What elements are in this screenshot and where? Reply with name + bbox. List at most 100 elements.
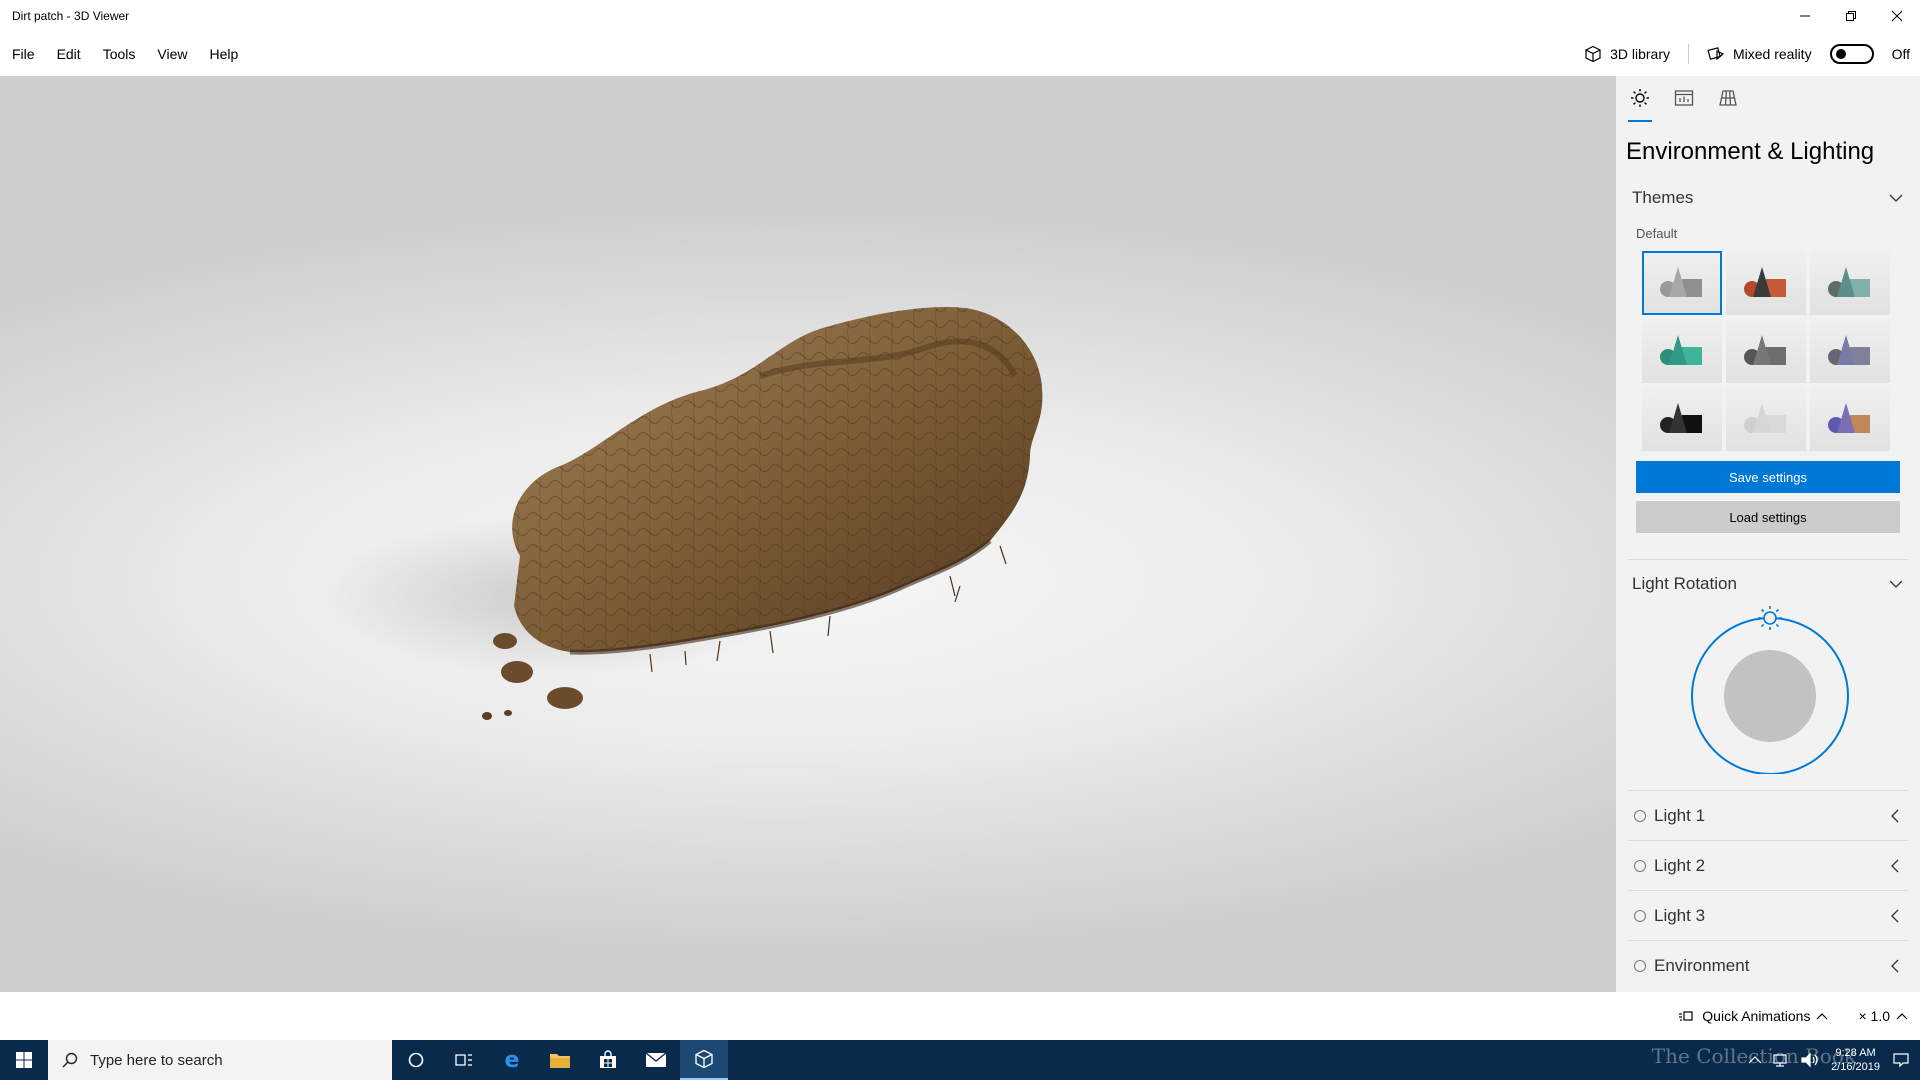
edge-button[interactable]: e	[488, 1040, 536, 1080]
close-icon	[1891, 10, 1903, 22]
section-divider	[1628, 559, 1908, 560]
mixed-reality-icon	[1707, 47, 1725, 61]
watermark: The Collection Book	[1651, 1044, 1856, 1068]
light-toggle-radio[interactable]	[1634, 809, 1646, 822]
light-row[interactable]: Light 2	[1628, 840, 1908, 890]
title-bar: Dirt patch - 3D Viewer	[0, 0, 1920, 32]
3d-viewport[interactable]	[0, 76, 1616, 992]
chevron-down-icon	[1889, 194, 1903, 202]
theme-tile[interactable]	[1810, 251, 1890, 315]
tab-stats[interactable]	[1672, 88, 1696, 122]
mixed-reality-control: Mixed reality Off	[1689, 44, 1910, 64]
menu-help[interactable]: Help	[198, 46, 249, 62]
animation-icon	[1679, 1011, 1693, 1021]
panel-title: Environment & Lighting	[1626, 138, 1875, 165]
start-button[interactable]	[0, 1040, 48, 1080]
tab-grid[interactable]	[1716, 88, 1740, 122]
search-placeholder: Type here to search	[90, 1051, 223, 1069]
light-toggle-radio[interactable]	[1634, 959, 1646, 972]
minimize-icon	[1800, 15, 1810, 17]
load-settings-button[interactable]: Load settings	[1636, 501, 1900, 533]
file-explorer-button[interactable]	[536, 1040, 584, 1080]
dirt-clump	[547, 687, 583, 709]
3d-viewer-icon	[695, 1049, 713, 1069]
default-theme-label: Default	[1636, 226, 1678, 241]
toggle-knob	[1835, 49, 1846, 59]
theme-tile[interactable]	[1726, 387, 1806, 451]
chevron-up-icon	[1896, 1013, 1908, 1020]
quick-animations-button[interactable]: Quick Animations	[1678, 1008, 1828, 1024]
task-view-button[interactable]	[440, 1040, 488, 1080]
task-view-icon	[455, 1054, 472, 1066]
chevron-down-icon	[1889, 580, 1903, 588]
mail-button[interactable]	[632, 1040, 680, 1080]
theme-tile[interactable]	[1810, 387, 1890, 451]
dirt-clump	[501, 661, 533, 683]
minimize-button[interactable]	[1782, 0, 1828, 32]
environment-panel: Environment & Lighting Themes Default Sa…	[1616, 76, 1920, 992]
theme-preview-shapes	[1828, 403, 1870, 433]
search-icon	[62, 1052, 78, 1068]
light-list: Light 1 Light 2 Light 3 Environment	[1616, 790, 1920, 990]
light-label: Environment	[1654, 955, 1750, 975]
save-settings-button[interactable]: Save settings	[1636, 461, 1900, 493]
themes-header[interactable]: Themes	[1632, 188, 1904, 208]
edge-browser-icon: e	[505, 1049, 520, 1071]
light-toggle-radio[interactable]	[1634, 909, 1646, 922]
speed-label: × 1.0	[1858, 1008, 1890, 1024]
light-rotation-header[interactable]: Light Rotation	[1632, 574, 1904, 594]
theme-tile[interactable]	[1726, 319, 1806, 383]
menu-tools[interactable]: Tools	[92, 46, 147, 62]
dirt-crumb	[482, 712, 492, 720]
folder-icon	[550, 1054, 570, 1068]
light-row[interactable]: Environment	[1628, 940, 1908, 990]
header-actions: 3D library Mixed reality Off	[1584, 32, 1910, 76]
theme-preview-shapes	[1828, 267, 1870, 297]
theme-tile[interactable]	[1726, 251, 1806, 315]
quick-animations-label: Quick Animations	[1702, 1008, 1811, 1024]
dirt-clump	[493, 633, 517, 649]
theme-tile[interactable]	[1810, 319, 1890, 383]
store-button[interactable]	[584, 1040, 632, 1080]
mixed-reality-toggle[interactable]	[1829, 44, 1874, 64]
light-rotation-label: Light Rotation	[1632, 574, 1737, 593]
theme-preview-shapes	[1660, 267, 1702, 297]
cortana-button[interactable]	[392, 1040, 440, 1080]
3d-library-label: 3D library	[1610, 46, 1670, 62]
chevron-left-icon	[1891, 909, 1899, 922]
sun-icon	[1631, 89, 1649, 107]
light-row[interactable]: Light 3	[1628, 890, 1908, 940]
themes-label: Themes	[1632, 188, 1694, 207]
dirt-patch-model	[320, 306, 1043, 720]
light-rotation-dial[interactable]	[1688, 604, 1852, 775]
theme-grid	[1642, 251, 1920, 451]
theme-preview-shapes	[1828, 335, 1870, 365]
theme-preview-shapes	[1744, 403, 1786, 433]
taskbar-search[interactable]: Type here to search	[48, 1040, 392, 1080]
action-center-icon[interactable]	[1892, 1052, 1910, 1068]
window-title: Dirt patch - 3D Viewer	[12, 9, 130, 23]
light-row[interactable]: Light 1	[1628, 790, 1908, 840]
dial-sphere	[1724, 650, 1816, 742]
close-button[interactable]	[1874, 0, 1920, 32]
menu-view[interactable]: View	[146, 46, 198, 62]
playback-speed-button[interactable]: × 1.0	[1858, 1008, 1908, 1024]
theme-tile[interactable]	[1642, 319, 1722, 383]
dirt-texture	[512, 306, 1043, 653]
tab-environment[interactable]	[1628, 88, 1652, 122]
light-label: Light 3	[1654, 905, 1706, 925]
window-controls	[1782, 0, 1920, 32]
chevron-left-icon	[1891, 959, 1899, 972]
light-toggle-radio[interactable]	[1634, 859, 1646, 872]
menu-file[interactable]: File	[1, 46, 46, 62]
store-icon	[600, 1050, 616, 1068]
menu-edit[interactable]: Edit	[46, 46, 92, 62]
restore-button[interactable]	[1828, 0, 1874, 32]
taskbar: Type here to search e 9:28 AM 2/16/2019 …	[0, 1040, 1920, 1080]
cube-icon	[1585, 45, 1601, 63]
3d-library-button[interactable]: 3D library	[1584, 44, 1689, 64]
3d-viewer-taskbar-button[interactable]	[680, 1040, 728, 1080]
theme-preview-shapes	[1660, 403, 1702, 433]
theme-tile[interactable]	[1642, 387, 1722, 451]
theme-tile[interactable]	[1642, 251, 1722, 315]
